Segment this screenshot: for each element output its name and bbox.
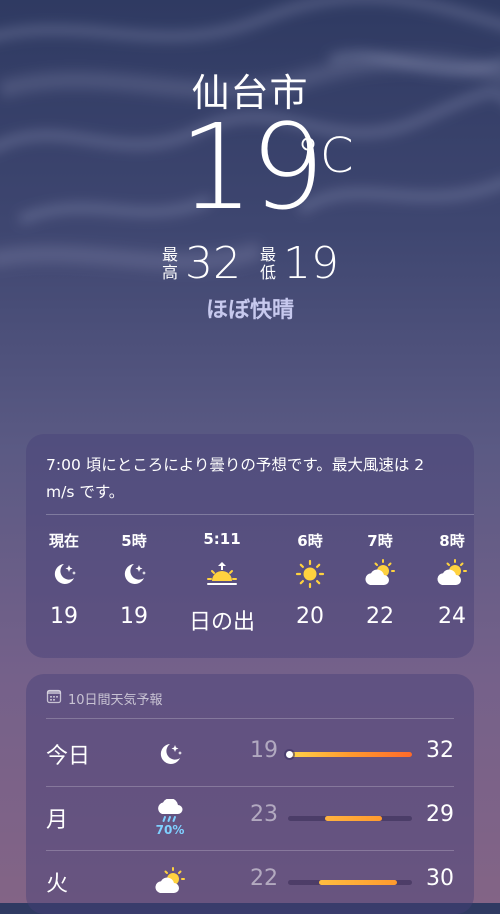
hour-label: 現在 <box>48 532 79 550</box>
hour-temp: 20 <box>296 604 324 629</box>
cloud-rain-icon: 70% <box>148 794 192 842</box>
hour-label: 8時 <box>439 532 465 550</box>
temperature-unit: °C <box>296 128 354 184</box>
high-temperature: 最高 32 <box>161 238 241 289</box>
hourly-list[interactable]: 現在 19 5時 19 5:11 日の出 6時 20 7時 22 8時 24 <box>26 530 474 650</box>
low-temperature: 最低 19 <box>259 238 339 289</box>
precip-chance: 70% <box>155 823 185 837</box>
hour-item: 7時 22 <box>340 530 420 629</box>
moon-stars-icon <box>24 554 104 594</box>
hour-temp: 19 <box>50 604 78 629</box>
low-value: 19 <box>283 238 339 289</box>
high-value: 32 <box>185 238 241 289</box>
forecast-row[interactable]: 今日 19 32 <box>26 724 474 784</box>
forecast-day: 月 <box>46 808 69 833</box>
hour-item: 8時 24 <box>412 530 492 629</box>
condition-text: ほぼ快晴 <box>205 298 294 323</box>
hourly-summary: 7:00 頃にところにより曇りの予想です。最大風速は 2 m/s です。 <box>46 456 425 501</box>
range-fill <box>325 816 382 821</box>
forecast-day: 火 <box>46 872 69 897</box>
current-temp-dot <box>286 751 293 758</box>
forecast-low: 22 <box>250 866 278 891</box>
partly-cloudy-icon <box>412 554 492 594</box>
divider <box>46 786 454 787</box>
forecast-row[interactable]: 火 22 30 <box>26 852 474 912</box>
calendar-icon <box>46 688 62 708</box>
hourly-forecast-card[interactable]: 7:00 頃にところにより曇りの予想です。最大風速は 2 m/s です。 現在 … <box>26 434 474 658</box>
forecast-low: 23 <box>250 802 278 827</box>
forecast-high: 29 <box>426 802 454 827</box>
hour-item: 5時 19 <box>94 530 174 629</box>
moon-stars-icon <box>148 730 192 778</box>
forecast-day: 今日 <box>46 744 91 769</box>
forecast-high: 32 <box>426 738 454 763</box>
low-label: 最低 <box>259 244 276 282</box>
forecast-title: 10日間天気予報 <box>68 692 163 708</box>
hour-label: 5時 <box>121 532 147 550</box>
temperature-range-bar <box>288 816 412 821</box>
partly-cloudy-icon <box>148 858 192 906</box>
hour-temp: 19 <box>120 604 148 629</box>
divider <box>46 718 454 719</box>
hour-temp: 22 <box>366 604 394 629</box>
current-temperature: 19 °C <box>0 108 500 226</box>
hour-item: 6時 20 <box>270 530 350 629</box>
moon-stars-icon <box>94 554 174 594</box>
forecast-header: 10日間天気予報 <box>46 688 163 708</box>
hour-label: 6時 <box>297 532 323 550</box>
hour-item: 5:11 日の出 <box>182 530 262 636</box>
hour-temp: 日の出 <box>188 610 255 635</box>
divider <box>46 850 454 851</box>
range-fill <box>319 880 397 885</box>
hour-label: 7時 <box>367 532 393 550</box>
high-label: 最高 <box>161 244 178 282</box>
hour-label: 5:11 <box>203 530 241 548</box>
high-low: 最高 32 最低 19 <box>0 238 500 289</box>
partly-cloudy-icon <box>340 554 420 594</box>
hour-temp: 24 <box>438 604 466 629</box>
temperature-range-bar <box>286 751 412 758</box>
range-fill <box>288 752 412 757</box>
forecast-row[interactable]: 月 70% 23 29 <box>26 788 474 848</box>
forecast-high: 30 <box>426 866 454 891</box>
sunrise-icon <box>182 554 262 594</box>
sun-icon <box>270 554 350 594</box>
temperature-range-bar <box>288 880 412 885</box>
forecast-low: 19 <box>250 738 278 763</box>
divider <box>46 514 474 515</box>
ten-day-forecast-card[interactable]: 10日間天気予報 今日 19 32 月 70% 23 29 火 22 30 <box>26 674 474 914</box>
hour-item: 現在 19 <box>24 530 104 629</box>
